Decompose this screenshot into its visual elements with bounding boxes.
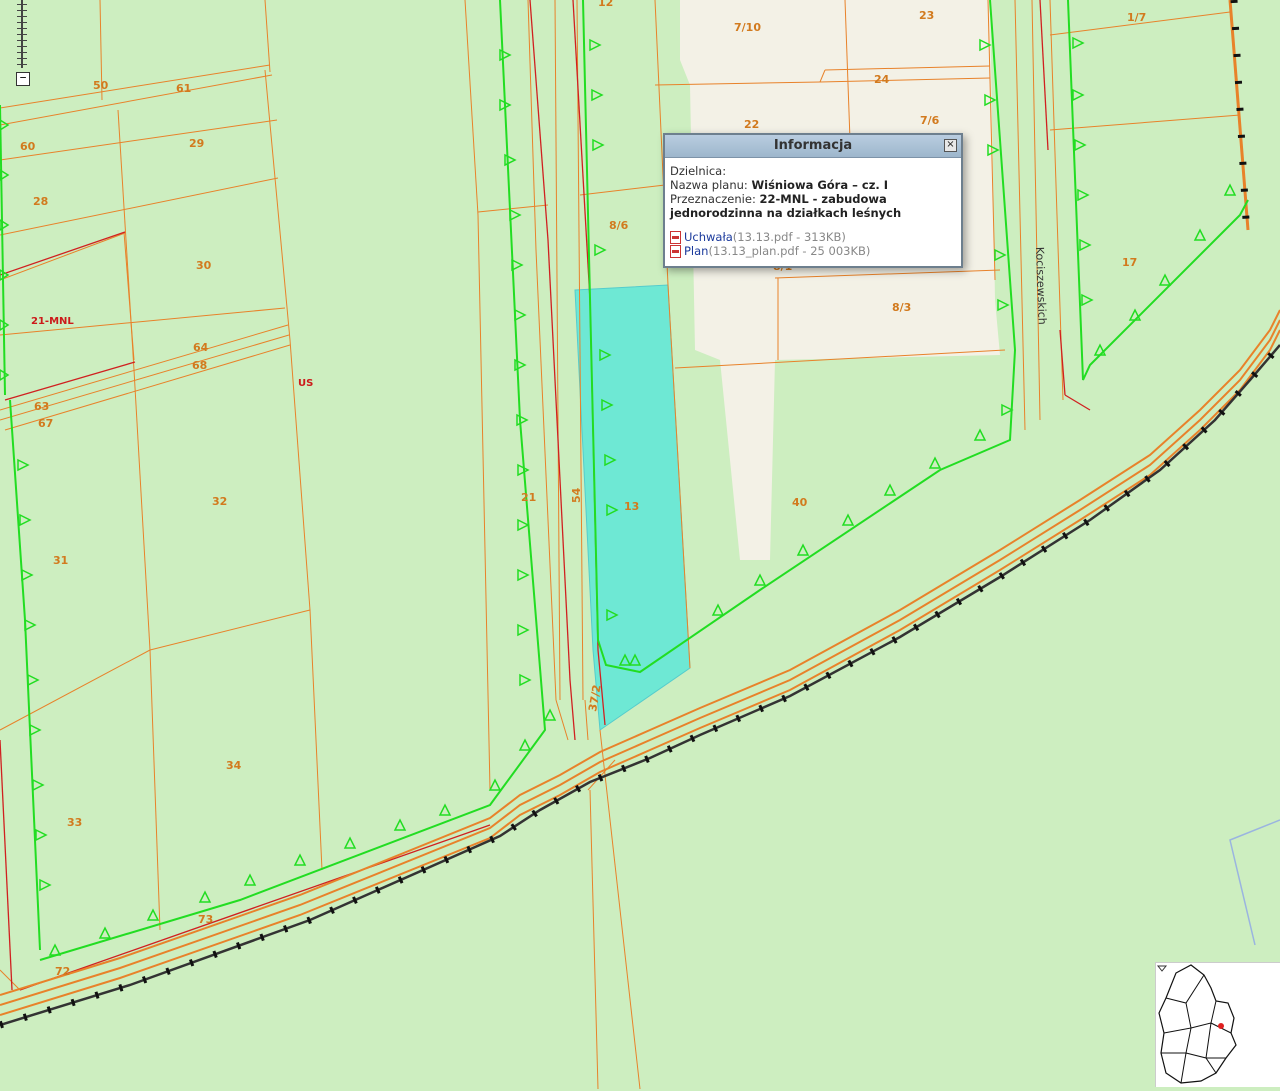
resolution-link[interactable]: Uchwała bbox=[684, 230, 733, 244]
zoom-tick bbox=[17, 58, 27, 59]
parcel-label: 8/3 bbox=[892, 301, 911, 314]
location-marker bbox=[1218, 1023, 1224, 1029]
plan-row: Nazwa planu: Wiśniowa Góra – cz. I bbox=[670, 178, 956, 192]
parcel-label: 21 bbox=[521, 491, 536, 504]
parcel-label: 29 bbox=[189, 137, 204, 150]
overview-map[interactable] bbox=[1155, 962, 1280, 1087]
plan-name-value: Wiśniowa Góra – cz. I bbox=[751, 178, 889, 192]
zoom-tick bbox=[17, 46, 27, 47]
map-canvas[interactable]: 12 7/10 23 1/7 50 61 24 29 60 22 7/6 28 … bbox=[0, 0, 1280, 1089]
zoom-tick bbox=[17, 52, 27, 53]
file-list: Uchwała(13.13.pdf - 313KB) Plan(13.13_pl… bbox=[670, 230, 956, 258]
file-item: Plan(13.13_plan.pdf - 25 003KB) bbox=[670, 244, 956, 258]
zoom-tick bbox=[17, 34, 27, 35]
file-meta: (13.13.pdf - 313KB) bbox=[732, 230, 846, 244]
street-label: Kociszewskich bbox=[1033, 247, 1049, 325]
plan-link[interactable]: Plan bbox=[684, 244, 708, 258]
parcel-label: 40 bbox=[792, 496, 808, 509]
popup-body: Dzielnica: Nazwa planu: Wiśniowa Góra – … bbox=[665, 158, 961, 258]
zoom-tick bbox=[17, 22, 27, 23]
parcel-label: 68 bbox=[192, 359, 207, 372]
zoom-tick bbox=[17, 28, 27, 29]
file-meta: (13.13_plan.pdf - 25 003KB) bbox=[708, 244, 871, 258]
parcel-label: 1/7 bbox=[1127, 11, 1146, 24]
zoom-out-button[interactable]: − bbox=[16, 72, 30, 86]
purpose-row: Przeznaczenie: 22-MNL - zabudowa jednoro… bbox=[670, 192, 956, 220]
pdf-icon bbox=[670, 244, 681, 258]
overview-map-drawing bbox=[1156, 964, 1237, 1084]
parcel-label: 7/10 bbox=[734, 21, 761, 34]
parcel-label: 61 bbox=[176, 82, 191, 95]
zoom-control[interactable]: − bbox=[12, 0, 32, 88]
parcel-label: 73 bbox=[198, 913, 213, 926]
parcel-label: 33 bbox=[67, 816, 82, 829]
district-row: Dzielnica: bbox=[670, 164, 956, 178]
parcel-label: 63 bbox=[34, 400, 49, 413]
zoom-tick bbox=[17, 64, 27, 65]
parcel-label: 50 bbox=[93, 79, 109, 92]
zoom-tick bbox=[17, 40, 27, 41]
info-popup: Informacja × Dzielnica: Nazwa planu: Wiś… bbox=[663, 133, 963, 268]
popup-title: Informacja bbox=[773, 138, 853, 153]
parcel-label: 64 bbox=[193, 341, 209, 354]
zoom-tick bbox=[17, 10, 27, 11]
parcel-label: 7/6 bbox=[920, 114, 940, 127]
parcel-label: 24 bbox=[874, 73, 890, 86]
plan-name-label: Nazwa planu: bbox=[670, 178, 752, 192]
parcel-label: 8/6 bbox=[609, 219, 629, 232]
popup-header[interactable]: Informacja × bbox=[665, 135, 961, 158]
file-item: Uchwała(13.13.pdf - 313KB) bbox=[670, 230, 956, 244]
zoom-tick bbox=[17, 4, 27, 5]
parcel-label: 67 bbox=[38, 417, 53, 430]
parcel-label: 30 bbox=[196, 259, 212, 272]
zoom-tick bbox=[17, 16, 27, 17]
purpose-label: Przeznaczenie: bbox=[670, 192, 760, 206]
district-map-outline bbox=[1158, 964, 1237, 1084]
parcel-label: 60 bbox=[20, 140, 36, 153]
parcel-label: 31 bbox=[53, 554, 68, 567]
parcel-label: 13 bbox=[624, 500, 639, 513]
parcel-label: 23 bbox=[919, 9, 934, 22]
parcel-label: 72 bbox=[55, 965, 70, 978]
pdf-icon bbox=[670, 230, 681, 244]
zone-label: US bbox=[298, 378, 313, 389]
parcel-label: 17 bbox=[1122, 256, 1137, 269]
parcel-label: 28 bbox=[33, 195, 48, 208]
parcel-label: 34 bbox=[226, 759, 242, 772]
district-label: Dzielnica: bbox=[670, 164, 727, 178]
zone-label: 21-MNL bbox=[31, 316, 74, 327]
parcel-label: 54 bbox=[570, 487, 583, 503]
parcel-label: 22 bbox=[744, 118, 759, 131]
parcel-label: 32 bbox=[212, 495, 227, 508]
collapse-arrow-icon[interactable] bbox=[1156, 965, 1168, 972]
close-icon[interactable]: × bbox=[944, 139, 957, 152]
parcel-label: 12 bbox=[598, 0, 613, 9]
